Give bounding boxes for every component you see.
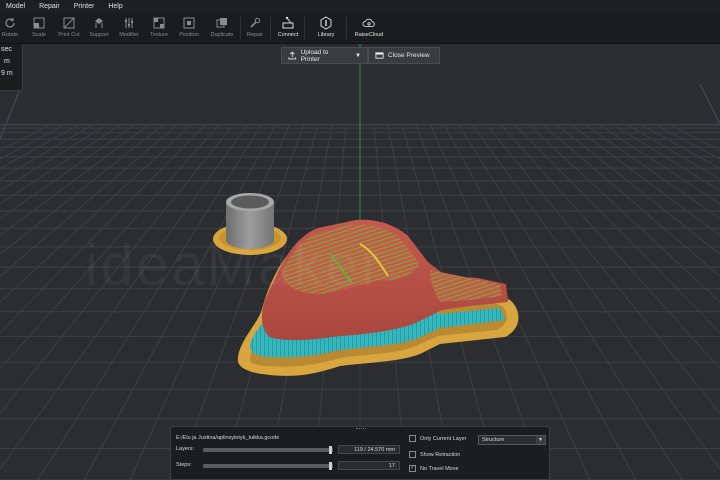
- info-line: sec: [1, 46, 12, 53]
- layers-slider[interactable]: [203, 446, 333, 454]
- scale-label: Scale: [32, 32, 46, 38]
- preview-action-bar: Upload to Printer ▼ Close Preview: [281, 47, 440, 64]
- show-retraction-checkbox[interactable]: Show Retraction: [409, 451, 460, 458]
- print-cut-label: Print Cut: [58, 32, 80, 38]
- upload-to-printer-button[interactable]: Upload to Printer ▼: [281, 47, 368, 64]
- duplicate-label: Duplicate: [210, 32, 234, 38]
- layers-row: Layers:: [176, 446, 194, 452]
- sliders-icon: [122, 16, 136, 30]
- position-label: Position: [179, 32, 199, 38]
- checkbox-box-checked[interactable]: ✓: [409, 465, 416, 472]
- modifier-label: Modifier: [119, 32, 139, 38]
- chevron-down-icon[interactable]: ▼: [355, 53, 361, 59]
- info-line: 9 m: [1, 70, 13, 77]
- toolbar-separator: [270, 17, 271, 39]
- layers-label: Layers:: [176, 446, 195, 452]
- connect-button[interactable]: Connect: [276, 13, 300, 43]
- support-button[interactable]: Support: [87, 13, 111, 43]
- steps-slider[interactable]: [203, 462, 333, 470]
- duplicate-button[interactable]: Duplicate: [208, 13, 236, 43]
- support-icon: [92, 16, 106, 30]
- show-retraction-label: Show Retraction: [420, 451, 461, 458]
- toolbar-separator: [304, 17, 305, 39]
- rotate-icon: [3, 16, 17, 30]
- repair-label: Repair: [246, 32, 264, 38]
- steps-value-field[interactable]: 17: [338, 461, 400, 470]
- texture-label: Texture: [149, 32, 169, 38]
- steps-slider-handle[interactable]: [329, 462, 332, 470]
- toolbar-separator: [240, 17, 241, 39]
- chevron-down-icon[interactable]: ▼: [536, 436, 545, 444]
- checkbox-box[interactable]: [409, 451, 416, 458]
- view-mode-value: Structure: [482, 437, 505, 443]
- only-current-layer-checkbox[interactable]: Only Current Layer: [409, 435, 466, 442]
- menu-help[interactable]: Help: [108, 3, 122, 10]
- menu-model[interactable]: Model: [6, 3, 25, 10]
- menu-repair[interactable]: Repair: [39, 3, 60, 10]
- toolbar-separator: [346, 17, 347, 39]
- modifier-button[interactable]: Modifier: [117, 13, 141, 43]
- scale-button[interactable]: Scale: [28, 13, 50, 43]
- steps-row: Steps:: [176, 462, 192, 468]
- repair-button[interactable]: Repair: [244, 13, 266, 43]
- raisecloud-label: RaiseCloud: [354, 32, 384, 38]
- info-line: m: [4, 58, 10, 65]
- position-button[interactable]: Position: [176, 13, 202, 43]
- library-label: Library: [317, 32, 335, 38]
- layers-slider-handle[interactable]: [329, 446, 332, 454]
- upload-label: Upload to Printer: [300, 48, 329, 63]
- rotate-label: Rotate: [1, 32, 19, 38]
- close-preview-label: Close Preview: [388, 52, 430, 59]
- no-travel-move-label: No Travel Move: [420, 465, 459, 472]
- menu-printer[interactable]: Printer: [74, 3, 95, 10]
- texture-icon: [152, 16, 166, 30]
- position-icon: [182, 16, 196, 30]
- close-preview-button[interactable]: Close Preview: [368, 47, 440, 64]
- duplicate-icon: [215, 16, 229, 30]
- cut-icon: [62, 16, 76, 30]
- support-label: Support: [89, 32, 109, 38]
- layer-control-panel: E:/Elu ja Justina/aplinsyletyk_tuikka.gc…: [170, 426, 550, 480]
- library-button[interactable]: Library: [313, 13, 339, 43]
- drag-handle[interactable]: [356, 428, 366, 431]
- watermark: ideaMaker: [85, 233, 383, 298]
- view-mode-select[interactable]: Structure ▼: [478, 435, 546, 445]
- print-cut-button[interactable]: Print Cut: [56, 13, 82, 43]
- toolbar: Rotate Scale Print Cut Support Modifier …: [0, 13, 720, 44]
- cloud-icon: [362, 16, 376, 30]
- library-icon: [319, 16, 333, 30]
- close-preview-icon: [375, 52, 384, 59]
- steps-label: Steps:: [176, 462, 192, 468]
- checkbox-box[interactable]: [409, 435, 416, 442]
- scale-icon: [32, 16, 46, 30]
- gcode-file-path: E:/Elu ja Justina/aplinsyletyk_tuikka.gc…: [176, 435, 280, 441]
- rotate-button[interactable]: Rotate: [0, 13, 20, 43]
- no-travel-move-checkbox[interactable]: ✓ No Travel Move: [409, 465, 459, 472]
- connect-label: Connect: [277, 32, 299, 38]
- connect-icon: [281, 16, 295, 30]
- wrench-icon: [248, 16, 262, 30]
- print-info-panel: sec m 9 m: [0, 44, 23, 91]
- menu-bar: Model Repair Printer Help: [0, 0, 720, 13]
- texture-button[interactable]: Texture: [147, 13, 171, 43]
- layers-value-field[interactable]: 119 / 24.570 mm: [338, 445, 400, 454]
- upload-icon: [288, 51, 297, 60]
- raisecloud-button[interactable]: RaiseCloud: [353, 13, 385, 43]
- only-current-layer-label: Only Current Layer: [420, 435, 467, 442]
